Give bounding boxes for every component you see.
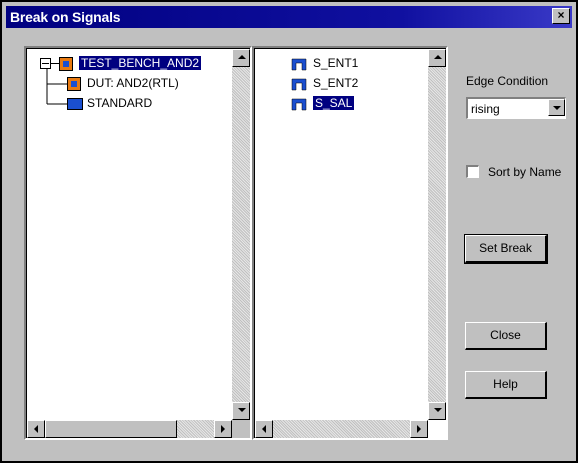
arrow-right-icon xyxy=(221,425,225,433)
signal-item-label: S_ENT1 xyxy=(313,56,359,70)
scroll-down-button[interactable] xyxy=(428,402,446,420)
edge-condition-select[interactable]: rising xyxy=(466,97,566,119)
package-icon xyxy=(67,98,83,110)
window-title: Break on Signals xyxy=(10,9,121,25)
arrow-right-icon xyxy=(417,425,421,433)
signals-vertical-scrollbar[interactable] xyxy=(428,49,446,420)
expander-minus-icon[interactable] xyxy=(40,58,51,69)
tree-root-connector xyxy=(51,63,59,64)
scroll-down-button[interactable] xyxy=(232,402,250,420)
scroll-thumb[interactable] xyxy=(45,420,177,438)
port-icon xyxy=(291,98,307,111)
tree-item-label: STANDARD xyxy=(87,96,153,110)
entity-icon xyxy=(67,77,81,91)
signals-list-pane[interactable]: S_ENT1 S_ENT2 S_SAL xyxy=(252,46,448,440)
close-button[interactable]: Close xyxy=(465,322,547,350)
edge-condition-value: rising xyxy=(471,102,500,116)
title-bar[interactable]: Break on Signals × xyxy=(6,6,572,28)
arrow-up-icon xyxy=(238,55,246,59)
scroll-up-button[interactable] xyxy=(232,49,250,67)
dropdown-button[interactable] xyxy=(548,99,565,116)
arrow-left-icon xyxy=(34,425,38,433)
tree-vertical-scrollbar[interactable] xyxy=(232,49,250,420)
tree-horizontal-scrollbar[interactable] xyxy=(27,420,232,438)
signal-item-label: S_SAL xyxy=(313,96,355,110)
scroll-left-button[interactable] xyxy=(27,420,45,438)
chevron-down-icon xyxy=(553,106,561,110)
scroll-corner xyxy=(232,420,250,438)
help-button[interactable]: Help xyxy=(465,371,547,399)
scroll-right-button[interactable] xyxy=(214,420,232,438)
set-break-button[interactable]: Set Break xyxy=(464,234,548,264)
scroll-up-button[interactable] xyxy=(428,49,446,67)
arrow-down-icon xyxy=(238,408,246,412)
tree-item-label: DUT: AND2(RTL) xyxy=(87,76,179,90)
arrow-up-icon xyxy=(434,55,442,59)
sort-by-name-checkbox[interactable] xyxy=(466,165,479,178)
sort-by-name-label[interactable]: Sort by Name xyxy=(488,165,561,179)
close-icon: × xyxy=(557,8,565,22)
arrow-down-icon xyxy=(434,408,442,412)
scroll-right-button[interactable] xyxy=(410,420,428,438)
arrow-left-icon xyxy=(262,425,266,433)
scroll-corner xyxy=(428,420,446,438)
edge-condition-label: Edge Condition xyxy=(466,74,549,88)
scroll-left-button[interactable] xyxy=(255,420,273,438)
tree-item-label: TEST_BENCH_AND2 xyxy=(79,56,202,70)
hierarchy-tree-pane[interactable]: TEST_BENCH_AND2 DUT: AND2(RTL) STANDARD xyxy=(24,46,252,440)
signal-item-label: S_ENT2 xyxy=(313,76,359,90)
entity-icon xyxy=(59,57,73,71)
port-icon xyxy=(291,58,307,71)
signals-horizontal-scrollbar[interactable] xyxy=(255,420,428,438)
close-window-button[interactable]: × xyxy=(552,8,570,24)
break-on-signals-dialog: Break on Signals × TEST_BENCH_AND2 DUT: … xyxy=(0,0,578,463)
port-icon xyxy=(291,78,307,91)
